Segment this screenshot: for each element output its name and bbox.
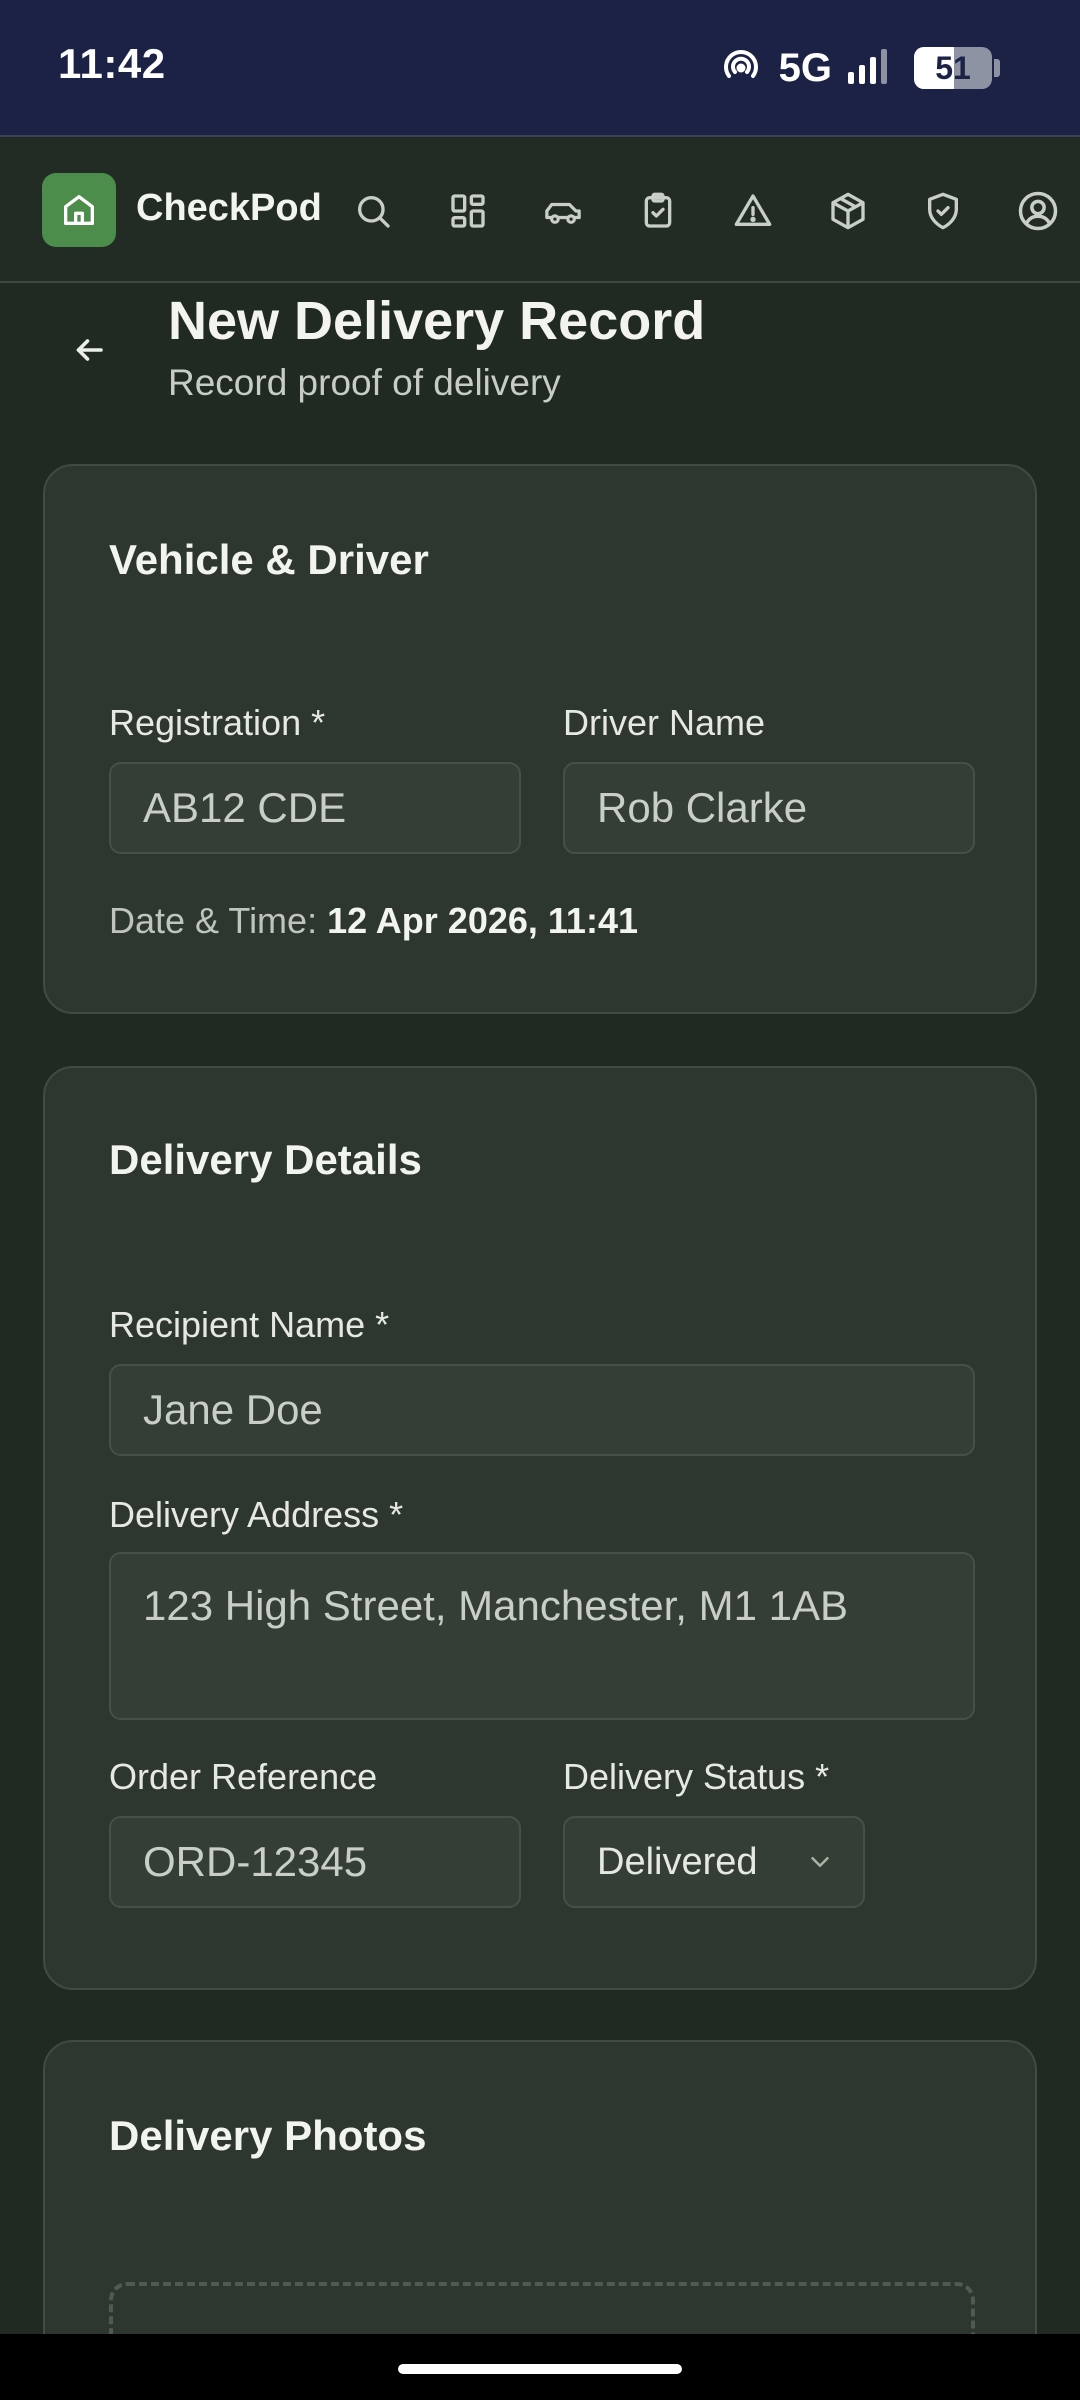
app-bar: CheckPod — [0, 139, 1080, 283]
page-subtitle: Record proof of delivery — [168, 362, 561, 403]
delivery-status-label: Delivery Status * — [563, 1756, 830, 1797]
delivery-address-label: Delivery Address * — [109, 1494, 404, 1535]
card-title-vehicle: Vehicle & Driver — [109, 536, 429, 583]
order-reference-field[interactable]: ORD-12345 — [109, 1816, 521, 1908]
delivery-status-value: Delivered — [597, 1840, 758, 1883]
signal-icon — [846, 46, 890, 91]
datetime-value: 12 Apr 2026, 11:41 — [327, 900, 638, 941]
home-logo-button[interactable] — [42, 173, 116, 247]
registration-label: Registration * — [109, 702, 326, 743]
network-type: 5G — [778, 45, 832, 90]
back-button[interactable] — [62, 325, 116, 375]
datetime-line: Date & Time: 12 Apr 2026, 11:41 — [109, 900, 638, 942]
battery-tip — [994, 59, 1000, 77]
hotspot-icon — [721, 46, 761, 91]
search-icon[interactable] — [348, 186, 398, 236]
shield-icon[interactable] — [918, 186, 968, 236]
status-time: 11:42 — [58, 40, 166, 87]
status-bar: 11:42 5G 51 — [0, 0, 1080, 137]
home-icon — [64, 195, 95, 225]
gesture-bar — [0, 2334, 1080, 2400]
delivery-details-card: Delivery Details Recipient Name * Jane D… — [43, 1066, 1037, 1990]
warning-icon[interactable] — [728, 186, 778, 236]
status-icons: 5G 51 — [721, 44, 1000, 92]
driver-name-label: Driver Name — [563, 702, 766, 743]
card-title-photos: Delivery Photos — [109, 2112, 427, 2159]
driver-name-field[interactable]: Rob Clarke — [563, 762, 975, 854]
battery-icon: 51 — [914, 47, 992, 89]
datetime-label: Date & Time: — [109, 900, 318, 941]
vehicle-icon[interactable] — [538, 186, 588, 236]
checklist-icon[interactable] — [633, 186, 683, 236]
card-title-delivery: Delivery Details — [109, 1136, 422, 1183]
arrow-left-icon — [76, 339, 103, 361]
account-icon[interactable] — [1013, 186, 1063, 236]
home-gesture-pill[interactable] — [398, 2364, 682, 2374]
delivery-status-select[interactable]: Delivered — [563, 1816, 865, 1908]
page-title: New Delivery Record — [168, 291, 706, 351]
recipient-name-label: Recipient Name * — [109, 1304, 390, 1345]
vehicle-driver-card: Vehicle & Driver Registration * AB12 CDE… — [43, 464, 1037, 1014]
order-reference-label: Order Reference — [109, 1756, 378, 1797]
delivery-address-field[interactable]: 123 High Street, Manchester, M1 1AB — [109, 1552, 975, 1720]
battery-percent: 51 — [935, 50, 971, 86]
chevron-down-icon — [811, 1857, 829, 1867]
registration-field[interactable]: AB12 CDE — [109, 762, 521, 854]
recipient-name-field[interactable]: Jane Doe — [109, 1364, 975, 1456]
brand-name: CheckPod — [136, 187, 322, 229]
package-icon[interactable] — [823, 186, 873, 236]
dashboard-icon[interactable] — [443, 186, 493, 236]
